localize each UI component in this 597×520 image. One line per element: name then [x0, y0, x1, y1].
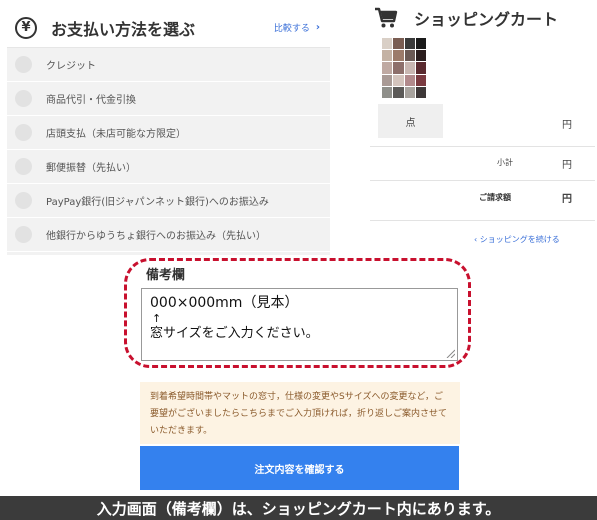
- subtotal-unit: 円: [562, 160, 572, 171]
- payment-method-list: クレジット 商品代引・代金引換 店頭支払（未店可能な方限定） 郵便振替（先払い）…: [7, 48, 330, 252]
- color-swatch: [415, 38, 426, 50]
- total-label: ご請求額: [479, 193, 511, 202]
- payment-method-label: 商品代引・代金引換: [46, 95, 136, 106]
- payment-method-credit[interactable]: クレジット: [7, 48, 330, 82]
- divider: [370, 180, 595, 181]
- quantity-unit: 点: [405, 117, 416, 129]
- payment-method-cod[interactable]: 商品代引・代金引換: [7, 82, 330, 116]
- resize-grip-icon[interactable]: [446, 349, 455, 358]
- radio-button[interactable]: [15, 90, 32, 107]
- color-swatch: [382, 74, 393, 86]
- product-thumbnail[interactable]: [382, 38, 426, 98]
- radio-button[interactable]: [15, 158, 32, 175]
- color-swatch: [415, 62, 426, 74]
- color-swatch: [404, 38, 415, 50]
- radio-button[interactable]: [15, 56, 32, 73]
- compare-link[interactable]: 比較する ›: [274, 21, 320, 34]
- color-swatch: [382, 50, 393, 62]
- payment-method-label: 他銀行からゆうちょ銀行へのお振込み（先払い）: [46, 231, 266, 242]
- color-swatch: [393, 38, 404, 50]
- payment-method-label: クレジット: [46, 61, 96, 72]
- shopping-cart-icon: [375, 7, 398, 28]
- payment-method-label: 郵便振替（先払い）: [46, 163, 136, 174]
- yen-icon: ¥: [15, 16, 37, 39]
- color-swatch: [382, 38, 393, 50]
- payment-method-paypay[interactable]: PayPay銀行(旧ジャパンネット銀行)へのお振込み: [7, 184, 330, 218]
- color-swatch: [382, 62, 393, 74]
- caption-bar: 入力画面（備考欄）は、ショッピングカート内にあります。: [0, 496, 597, 520]
- remarks-text-line: 窓サイズをご入力ください。: [150, 326, 319, 341]
- confirm-order-button[interactable]: 注文内容を確認する: [140, 446, 459, 490]
- color-swatch: [415, 86, 426, 98]
- color-swatch: [404, 86, 415, 98]
- color-swatch: [404, 50, 415, 62]
- color-swatch: [393, 62, 404, 74]
- remarks-label: 備考欄: [146, 268, 186, 283]
- radio-button[interactable]: [15, 124, 32, 141]
- up-arrow-icon: ↑: [152, 312, 162, 325]
- color-swatch: [415, 50, 426, 62]
- divider: [370, 220, 595, 221]
- notice-message: 到着希望時間帯やマットの窓寸，仕様の変更やSサイズへの変更など，ご要望がございま…: [140, 382, 460, 444]
- cart-title: ショッピングカート: [414, 10, 559, 29]
- payment-method-store[interactable]: 店頭支払（未店可能な方限定）: [7, 116, 330, 150]
- item-price-unit: 円: [562, 120, 572, 131]
- payment-method-postal[interactable]: 郵便振替（先払い）: [7, 150, 330, 184]
- continue-shopping-link[interactable]: ‹ ショッピングを続ける: [474, 234, 560, 245]
- payment-method-yucho[interactable]: 他銀行からゆうちょ銀行へのお振込み（先払い）: [7, 218, 330, 252]
- color-swatch: [382, 86, 393, 98]
- shopping-cart-panel: ショッピングカート 点 円 小計 円 ご請求額 円 ‹ ショッピングを続ける: [370, 0, 597, 260]
- chevron-right-icon: ›: [315, 22, 320, 33]
- radio-button[interactable]: [15, 226, 32, 243]
- color-swatch: [393, 50, 404, 62]
- payment-header: ¥ お支払い方法を選ぶ 比較する ›: [7, 8, 330, 48]
- payment-method-panel: ¥ お支払い方法を選ぶ 比較する › クレジット 商品代引・代金引換 店頭支払（…: [7, 8, 330, 255]
- compare-link-label: 比較する: [273, 24, 310, 34]
- color-swatch: [404, 62, 415, 74]
- total-unit: 円: [562, 194, 572, 205]
- payment-method-label: PayPay銀行(旧ジャパンネット銀行)へのお振込み: [46, 197, 269, 208]
- caption-text: 入力画面（備考欄）は、ショッピングカート内にあります。: [96, 499, 501, 518]
- remarks-textarea[interactable]: 000×000mm（見本） ↑ 窓サイズをご入力ください。: [141, 288, 458, 361]
- color-swatch: [393, 86, 404, 98]
- payment-method-label: 店頭支払（未店可能な方限定）: [46, 129, 186, 140]
- radio-button[interactable]: [15, 192, 32, 209]
- color-swatch: [393, 74, 404, 86]
- continue-shopping-label: ショッピングを続ける: [479, 235, 560, 244]
- payment-title: お支払い方法を選ぶ: [51, 19, 196, 39]
- cart-header: ショッピングカート: [370, 0, 597, 36]
- quantity-box[interactable]: 点: [378, 104, 443, 138]
- color-swatch: [404, 74, 415, 86]
- divider: [370, 146, 595, 147]
- color-swatch: [415, 74, 426, 86]
- remarks-text-line: 000×000mm（見本）: [150, 295, 299, 311]
- subtotal-label: 小計: [497, 158, 513, 167]
